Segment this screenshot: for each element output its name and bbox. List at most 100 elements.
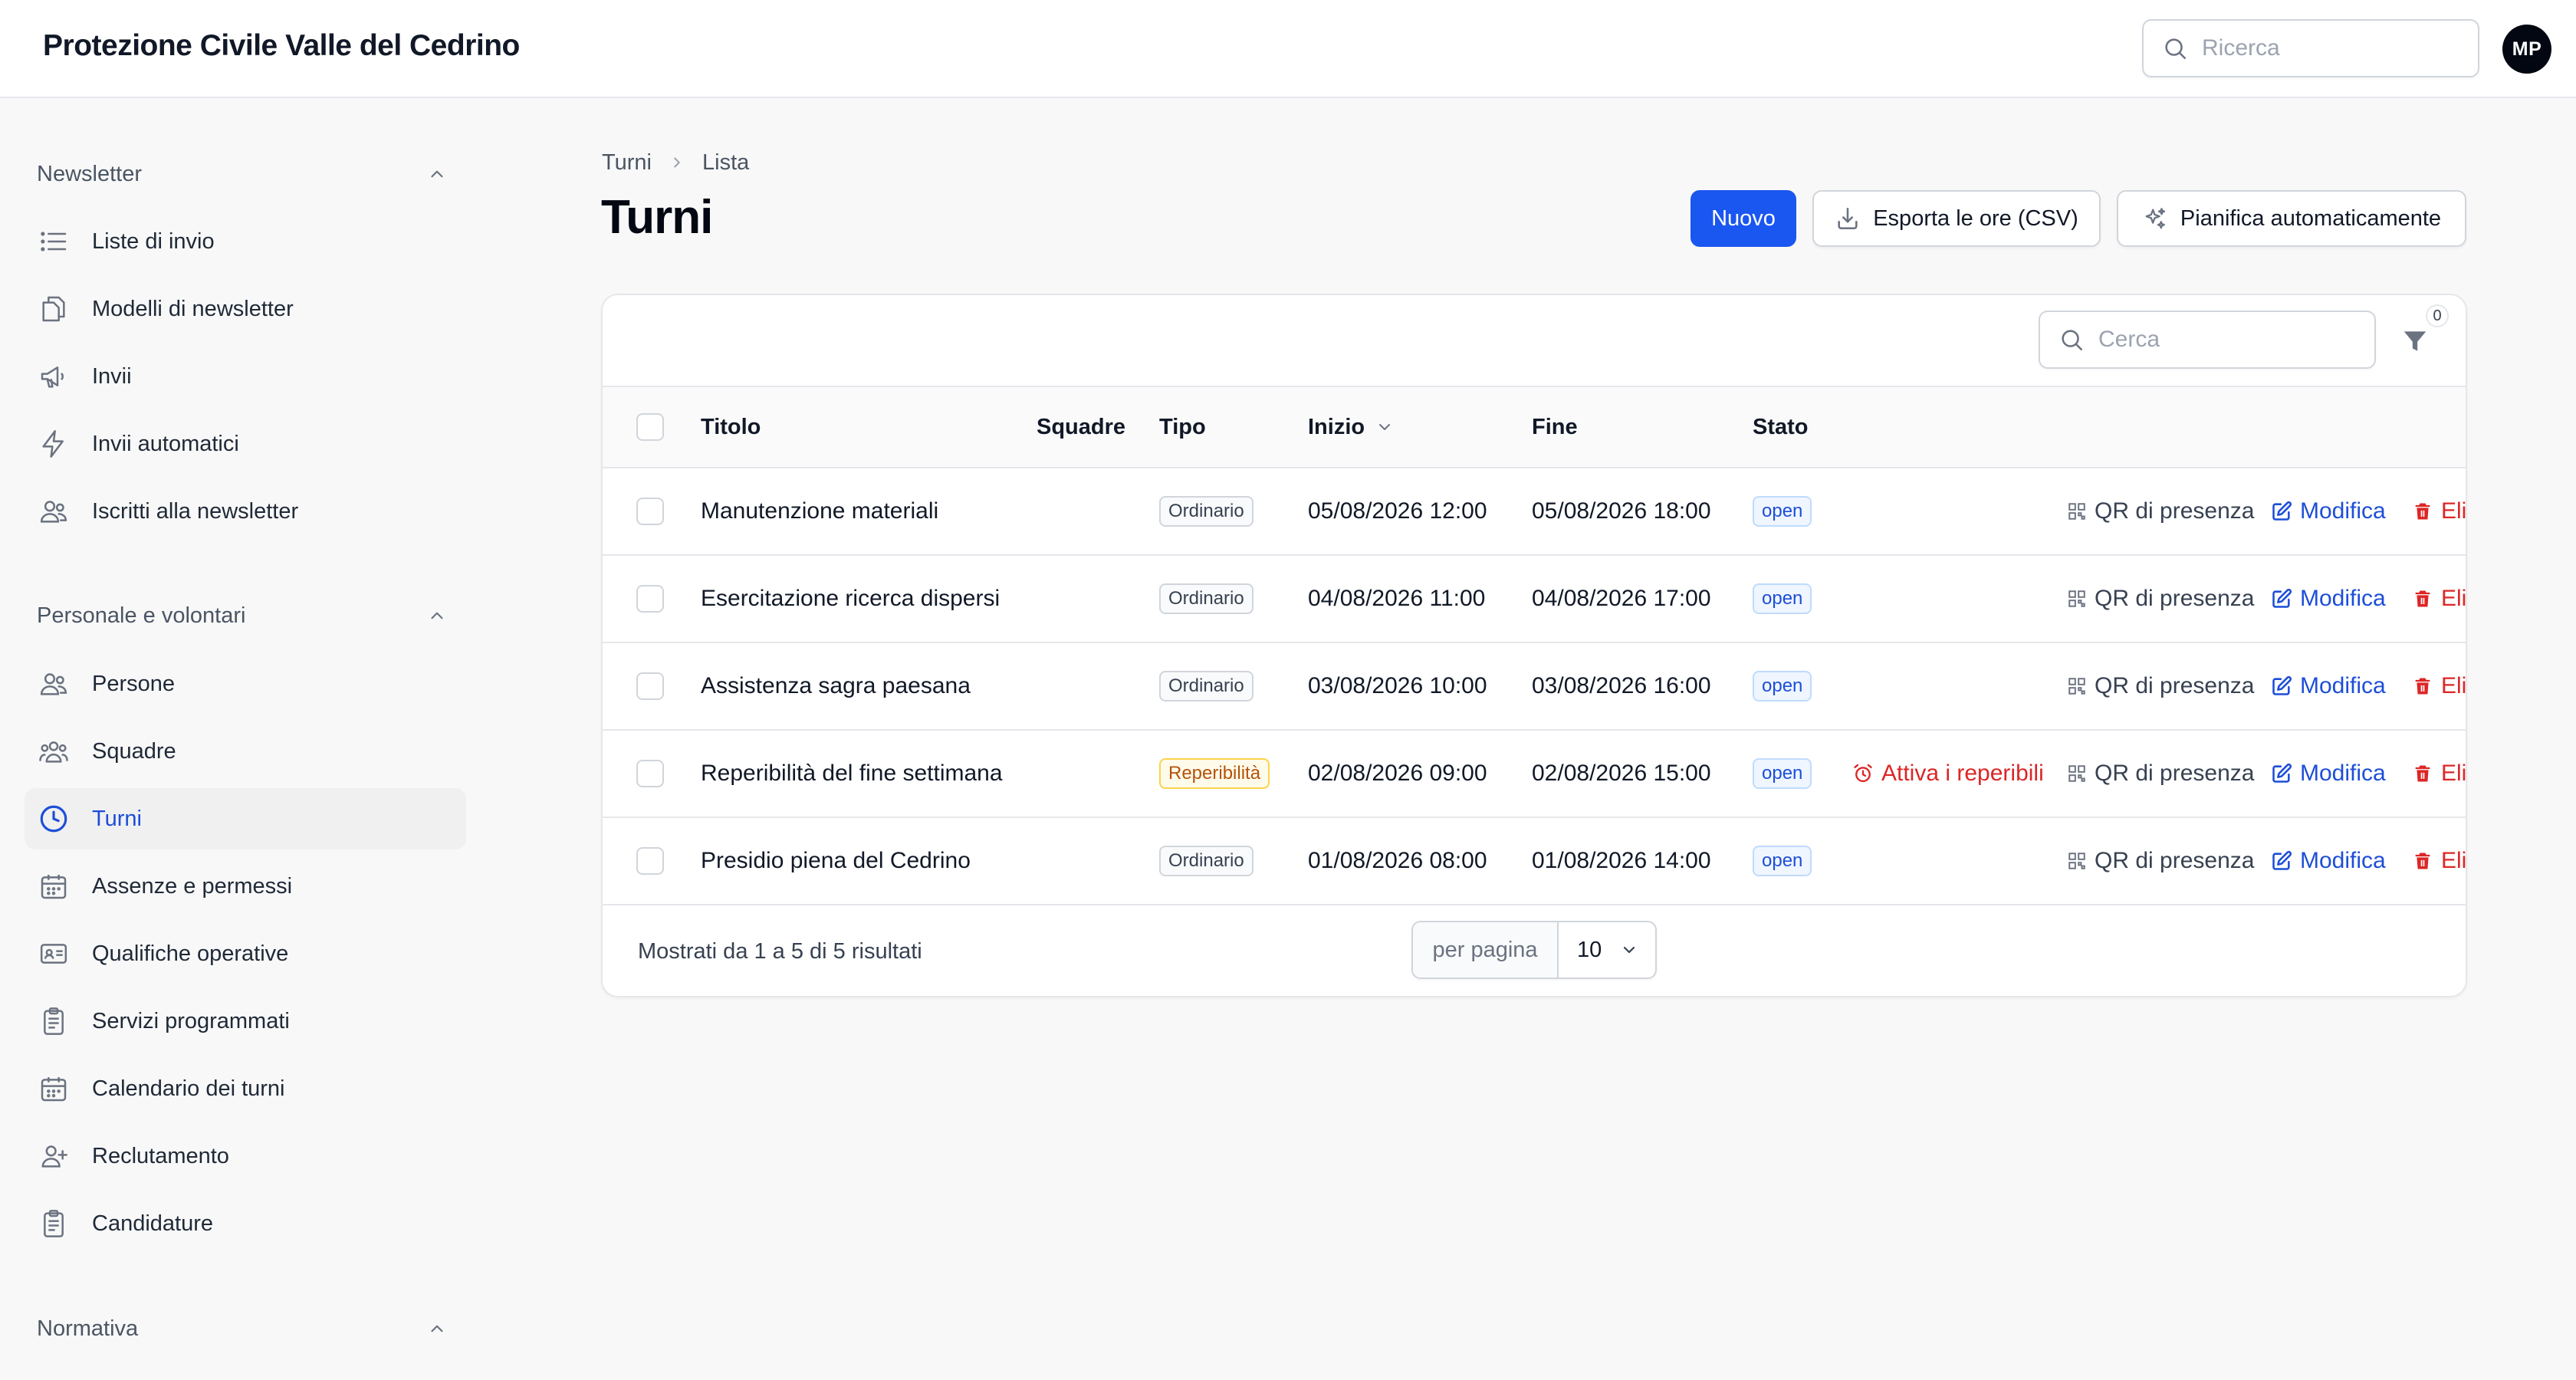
- chevron-up-icon[interactable]: [423, 602, 451, 629]
- chevron-up-icon[interactable]: [423, 160, 451, 188]
- status-badge: open: [1753, 758, 1812, 789]
- sidebar-group-label: Normativa: [37, 1316, 139, 1341]
- sidebar-group-newsletter[interactable]: Newsletter: [37, 155, 451, 193]
- breadcrumb-item[interactable]: Turni: [602, 150, 652, 176]
- table-row[interactable]: Esercitazione ricerca dispersi Ordinario…: [603, 556, 2467, 643]
- sidebar-item-iscritti-alla-newsletter[interactable]: Iscritti alla newsletter: [25, 481, 466, 542]
- column-header-inizio[interactable]: Inizio: [1308, 387, 1394, 467]
- sidebar-group-personale[interactable]: Personale e volontari: [37, 596, 451, 635]
- row-checkbox[interactable]: [636, 847, 664, 875]
- table-row[interactable]: Reperibilità del fine settimana Reperibi…: [603, 731, 2466, 818]
- per-page-label: per pagina: [1413, 922, 1559, 978]
- edit-action[interactable]: Modifica: [2271, 556, 2386, 642]
- edit-label: Modifica: [2300, 761, 2386, 786]
- column-header-fine[interactable]: Fine: [1532, 387, 1578, 467]
- sidebar-item-liste-di-invio[interactable]: Liste di invio: [25, 211, 466, 272]
- chevron-up-icon[interactable]: [423, 1315, 451, 1342]
- user-avatar[interactable]: MP: [2502, 25, 2551, 74]
- sidebar-item-label: Iscritti alla newsletter: [92, 498, 299, 524]
- per-page-value-select[interactable]: 10: [1559, 922, 1655, 978]
- row-end: 02/08/2026 15:00: [1532, 761, 1711, 786]
- sidebar-item-calendario-dei-turni[interactable]: Calendario dei turni: [25, 1058, 466, 1119]
- auto-plan-button[interactable]: Pianifica automaticamente: [2117, 190, 2466, 247]
- page-title: Turni: [601, 191, 713, 244]
- sidebar-group-label: Newsletter: [37, 161, 142, 186]
- sidebar-item-label: Reclutamento: [92, 1143, 229, 1168]
- type-badge: Ordinario: [1159, 583, 1254, 614]
- edit-action[interactable]: Modifica: [2271, 818, 2386, 904]
- funnel-icon: [2400, 327, 2430, 356]
- qr-presence-action[interactable]: QR di presenza: [2067, 818, 2254, 904]
- status-badge: open: [1753, 496, 1812, 527]
- delete-action[interactable]: Elimina: [2412, 468, 2467, 554]
- delete-label: Elimina: [2441, 498, 2467, 524]
- select-all-checkbox[interactable]: [636, 413, 664, 441]
- qr-presence-action[interactable]: QR di presenza: [2067, 731, 2254, 816]
- app-title[interactable]: Protezione Civile Valle del Cedrino: [43, 29, 520, 63]
- table-row[interactable]: Presidio piena del Cedrino Ordinario 01/…: [603, 818, 2466, 905]
- sidebar-item-servizi-programmati[interactable]: Servizi programmati: [25, 991, 466, 1052]
- sidebar-item-qualifiche-operative[interactable]: Qualifiche operative: [25, 923, 466, 984]
- delete-action[interactable]: Elimina: [2412, 731, 2466, 816]
- sidebar-item-squadre[interactable]: Squadre: [25, 721, 466, 782]
- sidebar-item-assenze-e-permessi[interactable]: Assenze e permessi: [25, 856, 466, 917]
- qr-presence-label: QR di presenza: [2095, 673, 2255, 698]
- column-header-stato[interactable]: Stato: [1753, 387, 1809, 467]
- new-button[interactable]: Nuovo: [1691, 190, 1796, 247]
- sidebar-item-persone[interactable]: Persone: [25, 653, 466, 715]
- qr-code-icon: [2067, 676, 2087, 696]
- activate-on-call-action[interactable]: Attiva i reperibili: [1852, 731, 2044, 816]
- row-title: Assistenza sagra paesana: [701, 673, 971, 698]
- table-row[interactable]: Assistenza sagra paesana Ordinario 03/08…: [603, 643, 2466, 731]
- edit-action[interactable]: Modifica: [2271, 468, 2386, 554]
- trash-icon: [2412, 850, 2433, 872]
- column-header-titolo[interactable]: Titolo: [701, 387, 761, 467]
- row-checkbox[interactable]: [636, 585, 664, 613]
- sidebar-item-reclutamento[interactable]: Reclutamento: [25, 1125, 466, 1187]
- delete-action[interactable]: Elimina: [2412, 818, 2466, 904]
- sidebar: Newsletter Liste di invio Modelli di new…: [0, 100, 491, 1380]
- edit-label: Modifica: [2300, 498, 2386, 524]
- trash-icon: [2412, 588, 2433, 610]
- per-page-select[interactable]: per pagina 10: [1411, 921, 1657, 979]
- global-search[interactable]: [2142, 19, 2479, 77]
- per-page-value: 10: [1577, 937, 1602, 962]
- global-search-input[interactable]: [2202, 35, 2455, 61]
- qr-presence-action[interactable]: QR di presenza: [2067, 556, 2254, 642]
- sidebar-item-invii-automatici[interactable]: Invii automatici: [25, 413, 466, 475]
- sidebar-item-label: Qualifiche operative: [92, 941, 289, 966]
- qr-presence-label: QR di presenza: [2095, 761, 2255, 786]
- column-header-tipo[interactable]: Tipo: [1159, 387, 1206, 467]
- table-search-input[interactable]: [2098, 327, 2351, 353]
- row-start: 04/08/2026 11:00: [1308, 586, 1486, 611]
- megaphone-icon: [37, 360, 71, 393]
- clipboard-icon: [37, 1004, 71, 1038]
- delete-action[interactable]: Elimina: [2412, 643, 2466, 729]
- edit-action[interactable]: Modifica: [2271, 643, 2386, 729]
- sidebar-item-candidature[interactable]: Candidature: [25, 1193, 466, 1254]
- documents-icon: [37, 292, 71, 326]
- qr-code-icon: [2067, 851, 2087, 871]
- edit-action[interactable]: Modifica: [2271, 731, 2386, 816]
- qr-presence-action[interactable]: QR di presenza: [2067, 643, 2254, 729]
- edit-icon: [2271, 501, 2292, 522]
- filter-button[interactable]: [2398, 324, 2432, 358]
- table-row[interactable]: Manutenzione materiali Ordinario 05/08/2…: [603, 468, 2467, 556]
- sidebar-item-modelli-di-newsletter[interactable]: Modelli di newsletter: [25, 278, 466, 340]
- sidebar-group-normativa[interactable]: Normativa: [37, 1309, 451, 1348]
- delete-action[interactable]: Elimina: [2412, 556, 2467, 642]
- table-search[interactable]: [2039, 310, 2376, 369]
- delete-label: Elimina: [2441, 586, 2467, 611]
- row-checkbox[interactable]: [636, 672, 664, 700]
- clipboard-icon: [37, 1207, 71, 1240]
- qr-presence-action[interactable]: QR di presenza: [2067, 468, 2254, 554]
- row-checkbox[interactable]: [636, 498, 664, 525]
- row-end: 04/08/2026 17:00: [1532, 586, 1711, 611]
- sidebar-item-turni[interactable]: Turni: [25, 788, 466, 849]
- column-header-squadre[interactable]: Squadre: [1037, 387, 1125, 467]
- sidebar-item-invii[interactable]: Invii: [25, 346, 466, 407]
- sidebar-item-label: Servizi programmati: [92, 1008, 290, 1033]
- row-checkbox[interactable]: [636, 760, 664, 787]
- sidebar-item-label: Modelli di newsletter: [92, 296, 294, 321]
- export-csv-button[interactable]: Esporta le ore (CSV): [1812, 190, 2101, 247]
